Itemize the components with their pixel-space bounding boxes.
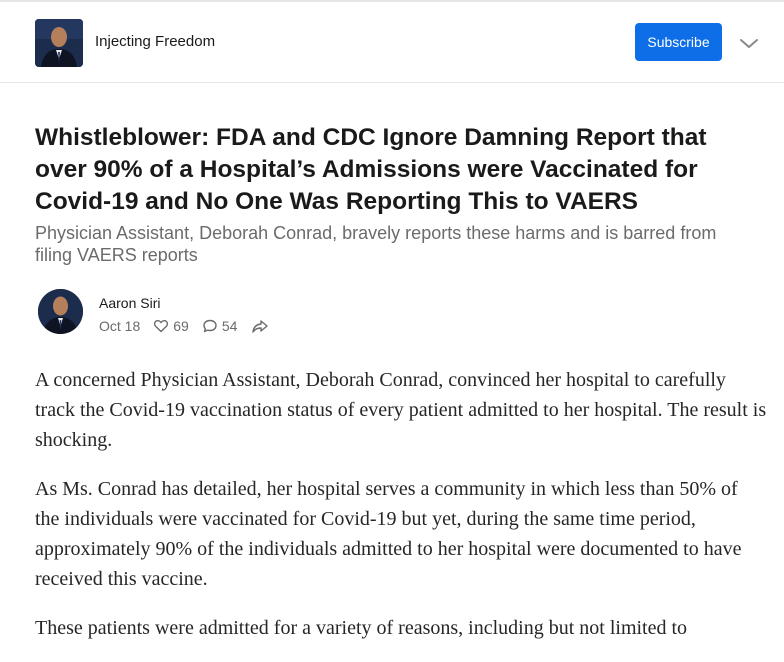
heart-icon — [153, 318, 169, 334]
like-button[interactable]: 69 — [153, 318, 189, 334]
post-meta: Oct 18 69 54 — [99, 316, 269, 336]
publication-header: Injecting Freedom Subscribe — [0, 2, 784, 83]
subscribe-button[interactable]: Subscribe — [635, 23, 722, 61]
body-paragraph: These patients were admitted for a varie… — [35, 617, 688, 639]
author-name[interactable]: Aaron Siri — [99, 295, 160, 311]
body-paragraph: As Ms. Conrad has detailed, her hospital… — [35, 478, 742, 590]
article-body: A concerned Physician Assistant, Deborah… — [35, 365, 767, 662]
post-date: Oct 18 — [99, 318, 141, 334]
share-icon — [251, 318, 269, 334]
publication-logo[interactable] — [35, 19, 83, 67]
avatar[interactable] — [38, 289, 83, 334]
article-title: Whistleblower: FDA and CDC Ignore Damnin… — [35, 124, 707, 215]
comment-icon — [202, 318, 218, 334]
publication-name[interactable]: Injecting Freedom — [95, 33, 215, 50]
body-paragraph: A concerned Physician Assistant, Deborah… — [35, 369, 767, 451]
article-subtitle: Physician Assistant, Deborah Conrad, bra… — [35, 223, 717, 265]
like-count: 69 — [173, 318, 189, 334]
chevron-down-icon[interactable] — [738, 35, 760, 51]
comment-count: 54 — [221, 318, 238, 334]
comments-button[interactable]: 54 — [202, 318, 238, 334]
share-button[interactable] — [251, 318, 269, 334]
